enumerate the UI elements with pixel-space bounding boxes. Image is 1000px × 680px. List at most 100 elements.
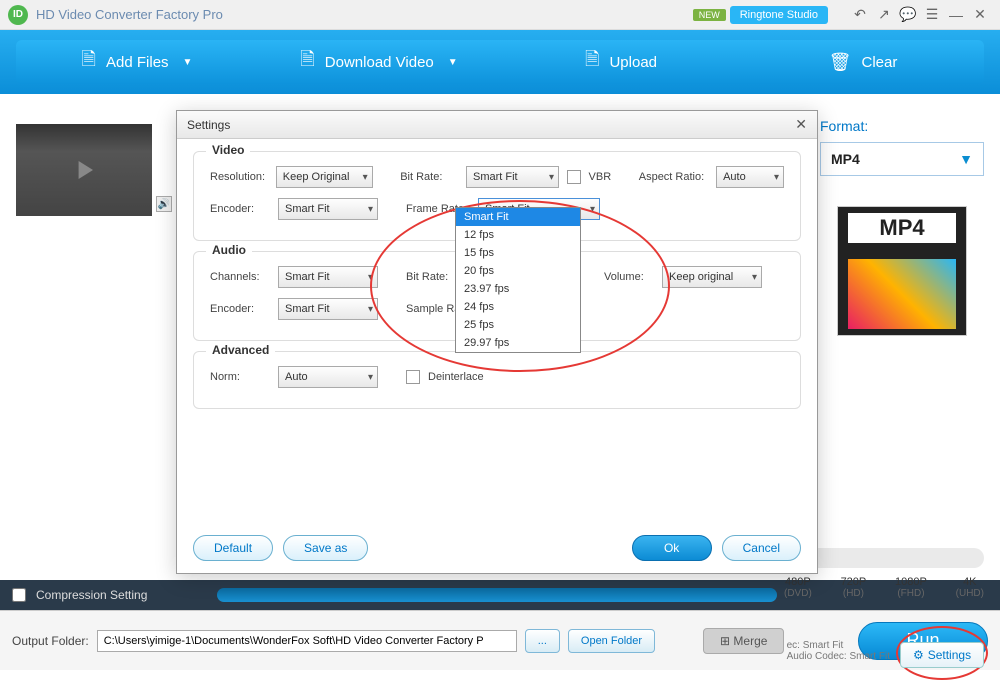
framerate-option[interactable]: 29.97 fps <box>456 334 580 352</box>
quality-tag: (HD) <box>841 588 867 599</box>
quality-tag: (UHD) <box>956 588 984 599</box>
default-button[interactable]: Default <box>193 535 273 561</box>
browse-button[interactable]: ... <box>525 629 560 653</box>
save-as-button[interactable]: Save as <box>283 535 368 561</box>
aspect-ratio-select[interactable]: Auto <box>716 166 784 188</box>
download-icon: 🗎 <box>300 47 314 77</box>
audio-codec-text: Audio Codec: Smart Fit <box>787 651 890 662</box>
main-toolbar: 🗎 Add Files ▼ 🗎 Download Video ▼ 🗎 Uploa… <box>0 30 1000 94</box>
framerate-option[interactable]: 23.97 fps <box>456 280 580 298</box>
volume-label: Volume: <box>604 271 654 283</box>
video-bitrate-select[interactable]: Smart Fit <box>466 166 559 188</box>
output-folder-label: Output Folder: <box>12 634 89 648</box>
audio-encoder-select[interactable]: Smart Fit <box>278 298 378 320</box>
advanced-fieldset: Advanced Norm: Auto Deinterlace <box>193 351 801 409</box>
compression-slider[interactable] <box>217 588 777 602</box>
vbr-label: VBR <box>589 171 612 183</box>
resolution-label: Resolution: <box>210 171 268 183</box>
settings-button-label: Settings <box>928 648 971 662</box>
add-file-icon: 🗎 <box>82 47 96 77</box>
upload-button[interactable]: 🗎 Upload <box>500 40 742 84</box>
quality-res: 4K <box>956 576 984 588</box>
video-legend: Video <box>206 143 250 157</box>
chat-icon[interactable]: 💬 <box>896 3 920 27</box>
format-value: MP4 <box>831 151 860 167</box>
advanced-legend: Advanced <box>206 343 275 357</box>
upload-label: Upload <box>609 54 657 71</box>
gear-icon: ⚙ <box>913 648 924 662</box>
clear-button[interactable]: 🗑 Clear <box>742 40 984 84</box>
dialog-title-text: Settings <box>187 118 230 132</box>
undo-icon[interactable]: ↶ <box>848 3 872 27</box>
framerate-option[interactable]: 20 fps <box>456 262 580 280</box>
quality-tag: (FHD) <box>895 588 927 599</box>
format-card-image <box>848 259 956 329</box>
redo-icon[interactable]: ↗ <box>872 3 896 27</box>
video-encoder-select[interactable]: Smart Fit <box>278 198 378 220</box>
norm-label: Norm: <box>210 371 270 383</box>
audio-icon[interactable]: 🔊 <box>156 196 172 212</box>
channels-label: Channels: <box>210 271 270 283</box>
framerate-option[interactable]: Smart Fit <box>456 208 580 226</box>
format-label: Format: <box>820 118 984 134</box>
quality-labels: 480P(DVD) 720P(HD) 1080P(FHD) 4K(UHD) <box>784 576 984 599</box>
quality-tag: (DVD) <box>784 588 812 599</box>
framerate-option[interactable]: 15 fps <box>456 244 580 262</box>
new-badge: NEW <box>693 9 726 21</box>
volume-select[interactable]: Keep original <box>662 266 762 288</box>
codec-info: ec: Smart Fit Audio Codec: Smart Fit <box>787 640 890 662</box>
clear-label: Clear <box>862 54 898 71</box>
open-folder-button[interactable]: Open Folder <box>568 629 655 653</box>
deinterlace-checkbox[interactable] <box>406 370 420 384</box>
vbr-checkbox[interactable] <box>567 170 581 184</box>
dialog-close-icon[interactable]: ✕ <box>795 116 807 133</box>
quality-res: 720P <box>841 576 867 588</box>
minimize-icon[interactable]: — <box>944 3 968 27</box>
add-files-label: Add Files <box>106 54 169 71</box>
video-thumbnail[interactable] <box>16 124 152 216</box>
menu-icon[interactable]: ☰ <box>920 3 944 27</box>
trash-icon: 🗑 <box>829 52 852 73</box>
chevron-down-icon: ▼ <box>448 57 458 68</box>
framerate-option[interactable]: 25 fps <box>456 316 580 334</box>
cancel-button[interactable]: Cancel <box>722 535 801 561</box>
app-logo: ID <box>8 5 28 25</box>
video-bitrate-label: Bit Rate: <box>400 171 458 183</box>
add-files-button[interactable]: 🗎 Add Files ▼ <box>16 40 258 84</box>
titlebar: ID HD Video Converter Factory Pro NEW Ri… <box>0 0 1000 30</box>
format-card[interactable]: MP4 <box>837 206 967 336</box>
settings-button[interactable]: ⚙ Settings <box>900 642 984 668</box>
norm-select[interactable]: Auto <box>278 366 378 388</box>
download-video-button[interactable]: 🗎 Download Video ▼ <box>258 40 500 84</box>
framerate-dropdown[interactable]: Smart Fit 12 fps 15 fps 20 fps 23.97 fps… <box>455 207 581 353</box>
quality-res: 1080P <box>895 576 927 588</box>
deinterlace-label: Deinterlace <box>428 371 484 383</box>
compression-label: Compression Setting <box>36 588 147 602</box>
dialog-titlebar: Settings ✕ <box>177 111 817 139</box>
audio-legend: Audio <box>206 243 252 257</box>
quality-res: 480P <box>784 576 812 588</box>
audio-encoder-label: Encoder: <box>210 303 270 315</box>
channels-select[interactable]: Smart Fit <box>278 266 378 288</box>
format-select[interactable]: MP4 ▼ <box>820 142 984 176</box>
download-video-label: Download Video <box>325 54 434 71</box>
upload-icon: 🗎 <box>585 47 599 77</box>
ringtone-studio-button[interactable]: Ringtone Studio <box>730 6 828 24</box>
compression-checkbox[interactable] <box>12 588 26 602</box>
aspect-ratio-label: Aspect Ratio: <box>639 171 708 183</box>
video-codec-text: ec: Smart Fit <box>787 640 890 651</box>
format-card-label: MP4 <box>848 213 956 243</box>
framerate-option[interactable]: 12 fps <box>456 226 580 244</box>
chevron-down-icon: ▼ <box>959 151 973 167</box>
video-encoder-label: Encoder: <box>210 203 270 215</box>
app-title: HD Video Converter Factory Pro <box>36 7 223 22</box>
dialog-footer: Default Save as Ok Cancel <box>193 535 801 561</box>
close-icon[interactable]: ✕ <box>968 3 992 27</box>
format-panel: Format: MP4 ▼ MP4 <box>820 118 984 336</box>
resolution-select[interactable]: Keep Original <box>276 166 373 188</box>
chevron-down-icon: ▼ <box>183 57 193 68</box>
ok-button[interactable]: Ok <box>632 535 712 561</box>
output-folder-input[interactable] <box>97 630 517 652</box>
framerate-option[interactable]: 24 fps <box>456 298 580 316</box>
merge-button[interactable]: ⊞ Merge <box>703 628 784 654</box>
